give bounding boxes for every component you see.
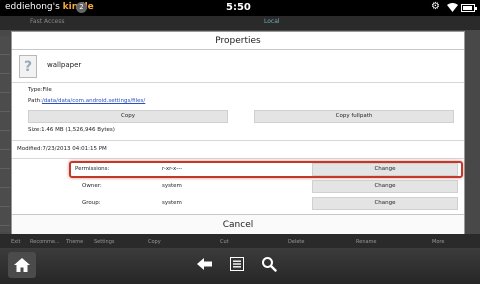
group-value: system — [162, 200, 182, 206]
clock: 5:50 — [226, 2, 251, 13]
file-header: ? wallpaper — [12, 51, 464, 83]
toolbar-copy[interactable]: Copy — [148, 239, 161, 245]
owner-value: system — [162, 183, 182, 189]
location-label[interactable]: Local — [264, 18, 280, 25]
copy-button[interactable]: Copy — [28, 110, 228, 123]
menu-icon[interactable] — [230, 257, 244, 271]
owner-label: Owner: — [82, 183, 102, 189]
group-label: Group: — [82, 200, 101, 206]
properties-dialog: Properties ? wallpaper Type:File Path:/d… — [11, 31, 465, 235]
wifi-icon — [447, 3, 458, 12]
back-icon[interactable] — [197, 257, 213, 271]
type-row: Type:File — [28, 87, 52, 93]
home-button[interactable] — [8, 252, 36, 278]
cancel-button[interactable]: Cancel — [12, 214, 464, 235]
file-question-icon: ? — [19, 55, 37, 78]
path-link[interactable]: /data/data/com.android.settings/files/ — [42, 98, 145, 104]
size-label: Size: — [28, 127, 42, 133]
type-label: Type: — [28, 87, 43, 93]
toolbar-delete[interactable]: Delete — [288, 239, 304, 245]
notification-badge[interactable]: 2 — [76, 2, 87, 13]
account-user: eddiehong's — [5, 2, 63, 12]
battery-icon — [461, 4, 477, 12]
nav-bar — [0, 248, 480, 284]
size-row: Size:1.46 MB (1,526,946 Bytes) — [28, 127, 115, 133]
toolbar-more[interactable]: More — [432, 239, 444, 245]
fast-access-label[interactable]: Fast Access — [30, 18, 65, 25]
app-header: Fast Access Local — [0, 16, 480, 30]
group-change-button[interactable]: Change — [312, 197, 458, 210]
copy-fullpath-button[interactable]: Copy fullpath — [254, 110, 454, 123]
toolbar-settings[interactable]: Settings — [94, 239, 115, 245]
permissions-value: r-xr-x--- — [162, 166, 183, 172]
modified-value: 7/23/2013 04:01:15 PM — [42, 146, 107, 152]
permissions-change-button[interactable]: Change — [312, 163, 458, 176]
type-value: File — [42, 87, 52, 93]
path-row: Path:/data/data/com.android.settings/fil… — [28, 98, 145, 104]
dialog-title: Properties — [12, 32, 464, 50]
divider — [12, 140, 464, 141]
toolbar-recommend[interactable]: Recomme... — [30, 239, 60, 245]
toolbar-theme[interactable]: Theme — [66, 239, 83, 245]
file-name: wallpaper — [47, 61, 82, 69]
gear-icon[interactable]: ⚙ — [431, 1, 440, 12]
modified-label: Modified: — [17, 146, 43, 152]
status-bar: eddiehong's kindle 2 5:50 ⚙ — [0, 0, 480, 16]
divider — [12, 158, 464, 159]
search-icon[interactable] — [261, 256, 277, 272]
app-toolbar: Exit Recomme... Theme Settings Copy Cut … — [0, 234, 480, 248]
toolbar-rename[interactable]: Rename — [356, 239, 377, 245]
owner-change-button[interactable]: Change — [312, 180, 458, 193]
size-value: 1.46 MB (1,526,946 Bytes) — [41, 127, 115, 133]
permissions-label: Permissions: — [75, 166, 110, 172]
home-icon — [14, 258, 30, 272]
modified-row: Modified:7/23/2013 04:01:15 PM — [17, 146, 107, 152]
toolbar-exit[interactable]: Exit — [11, 239, 20, 245]
path-label: Path: — [28, 98, 42, 104]
list-edge — [0, 36, 10, 232]
toolbar-cut[interactable]: Cut — [220, 239, 229, 245]
